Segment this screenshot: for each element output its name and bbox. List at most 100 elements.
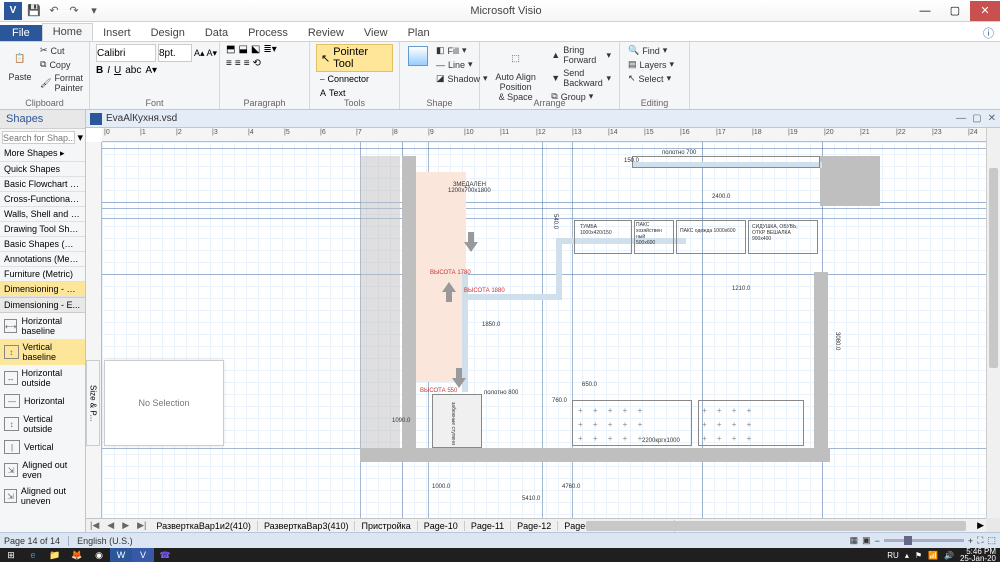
stencil-item[interactable]: Furniture (Metric)	[0, 267, 85, 282]
scrollbar-thumb[interactable]	[989, 168, 998, 368]
fit-page-icon[interactable]: ⛶	[977, 535, 983, 546]
shape-item[interactable]: |Vertical	[0, 437, 85, 457]
page-nav-next[interactable]: ▶	[118, 520, 133, 531]
page-nav-last[interactable]: ▶|	[133, 520, 150, 531]
taskbar-visio-icon[interactable]: V	[132, 548, 154, 562]
more-shapes-button[interactable]: More Shapes ▸	[0, 146, 85, 162]
underline-button[interactable]: U	[114, 65, 121, 76]
tab-plan[interactable]: Plan	[398, 25, 440, 41]
shape-item[interactable]: ↔Horizontal outside	[0, 365, 85, 391]
taskbar-firefox-icon[interactable]: 🦊	[66, 548, 88, 562]
shape-item[interactable]: —Horizontal	[0, 391, 85, 411]
hscroll-right-icon[interactable]: ▶	[977, 520, 984, 531]
doc-restore-icon[interactable]: ▢	[972, 113, 981, 124]
tray-up-icon[interactable]: ▴	[905, 551, 909, 560]
taskbar-chrome-icon[interactable]: ◉	[88, 548, 110, 562]
size-position-tab[interactable]: Size & P...	[86, 360, 100, 446]
stencil-item[interactable]: Cross-Functional Flow...	[0, 192, 85, 207]
tab-view[interactable]: View	[354, 25, 398, 41]
align-left-icon[interactable]: ≡	[226, 58, 232, 69]
undo-icon[interactable]: ↶	[46, 3, 62, 19]
select-button[interactable]: ↖ Select ▾	[626, 72, 676, 85]
search-shapes-input[interactable]	[2, 131, 75, 144]
canvas[interactable]: |0|1|2|3|4|5|6|7|8|9|10|11|12|13|14|15|1…	[86, 128, 986, 518]
stencil-item[interactable]: Basic Flowchart Shap...	[0, 177, 85, 192]
page-nav-first[interactable]: |◀	[86, 520, 103, 531]
pointer-tool-button[interactable]: ↖ Pointer Tool	[316, 44, 393, 72]
doc-minimize-icon[interactable]: —	[956, 113, 966, 124]
qat-dropdown-icon[interactable]: ▾	[86, 3, 102, 19]
stencil-item-active[interactable]: Dimensioning - Engin...	[0, 282, 85, 297]
quick-styles-button[interactable]	[406, 44, 430, 68]
horizontal-scrollbar[interactable]: ◀ ▶	[674, 520, 986, 532]
page-tab[interactable]: Page-12	[511, 521, 558, 531]
stencil-section[interactable]: Dimensioning - E...	[0, 297, 85, 313]
shape-item[interactable]: ⇲Aligned out even	[0, 457, 85, 483]
align-right-icon[interactable]: ≡	[244, 58, 250, 69]
tray-network-icon[interactable]: 📶	[928, 551, 938, 560]
align-center-icon[interactable]: ≡	[235, 58, 241, 69]
tab-data[interactable]: Data	[195, 25, 238, 41]
vertical-scrollbar[interactable]	[986, 128, 1000, 518]
zoom-out-icon[interactable]: −	[875, 536, 880, 546]
status-lang[interactable]: English (U.S.)	[77, 536, 133, 546]
italic-button[interactable]: I	[107, 65, 110, 76]
find-button[interactable]: 🔍 Find ▾	[626, 44, 676, 57]
start-button[interactable]: ⊞	[0, 548, 22, 562]
tab-design[interactable]: Design	[141, 25, 195, 41]
shape-item[interactable]: ⇲Aligned out uneven	[0, 483, 85, 509]
bring-forward-button[interactable]: ▲ Bring Forward ▾	[549, 44, 613, 66]
rotate-text-icon[interactable]: ⟲	[253, 58, 261, 69]
redo-icon[interactable]: ↷	[66, 3, 82, 19]
tab-review[interactable]: Review	[298, 25, 354, 41]
send-backward-button[interactable]: ▼ Send Backward ▾	[549, 67, 613, 89]
taskbar-word-icon[interactable]: W	[110, 548, 132, 562]
view-full-icon[interactable]: ▣	[862, 535, 871, 546]
paste-button[interactable]: 📋Paste	[6, 44, 34, 84]
fit-width-icon[interactable]: ⬚	[987, 535, 996, 546]
search-dropdown-icon[interactable]: ▾	[77, 131, 83, 144]
shape-item[interactable]: ↕Vertical outside	[0, 411, 85, 437]
shrink-font-icon[interactable]: A▾	[207, 48, 218, 59]
stencil-item[interactable]: Drawing Tool Shapes ...	[0, 222, 85, 237]
align-top-icon[interactable]: ⬒	[226, 44, 235, 55]
close-button[interactable]: ✕	[970, 1, 1000, 21]
align-bot-icon[interactable]: ⬕	[251, 44, 260, 55]
scrollbar-thumb[interactable]	[586, 521, 966, 531]
tab-home[interactable]: Home	[42, 23, 93, 41]
zoom-in-icon[interactable]: +	[968, 536, 973, 546]
tray-lang[interactable]: RU	[887, 551, 899, 560]
stencil-item[interactable]: Basic Shapes (Metric)	[0, 237, 85, 252]
view-normal-icon[interactable]: ▦	[850, 535, 859, 546]
format-painter-button[interactable]: 🖌 Format Painter	[38, 72, 85, 94]
connector-button[interactable]: ⎯ Connector	[316, 73, 373, 86]
copy-button[interactable]: ⧉ Copy	[38, 58, 85, 71]
taskbar-viber-icon[interactable]: ☎	[154, 548, 176, 562]
bullets-icon[interactable]: ≣▾	[263, 44, 276, 55]
font-size-input[interactable]	[158, 44, 192, 62]
page-tab[interactable]: Page-11	[465, 521, 511, 531]
page-tab[interactable]: Page-10	[418, 521, 465, 531]
layers-button[interactable]: ▤ Layers ▾	[626, 58, 676, 71]
align-mid-icon[interactable]: ⬓	[238, 44, 247, 55]
tab-process[interactable]: Process	[238, 25, 298, 41]
ribbon-help-icon[interactable]: ⓘ	[977, 25, 1000, 41]
tab-file[interactable]: File	[0, 25, 42, 41]
grow-font-icon[interactable]: A▴	[194, 48, 205, 59]
shape-item[interactable]: ⟷Horizontal baseline	[0, 313, 85, 339]
shape-item-selected[interactable]: ↕Vertical baseline	[0, 339, 85, 365]
page-nav-prev[interactable]: ◀	[103, 520, 118, 531]
maximize-button[interactable]: ▢	[940, 1, 970, 21]
drawing-surface[interactable]: + + + + ++ + + + ++ + + + + + + + ++ + +…	[102, 142, 986, 518]
taskbar-ie-icon[interactable]: e	[22, 548, 44, 562]
tray-date[interactable]: 25-Jan-20	[960, 555, 996, 562]
cut-button[interactable]: ✂ Cut	[38, 44, 85, 57]
doc-close-icon[interactable]: ✕	[988, 113, 996, 124]
page-tab[interactable]: РазверткаВар1и2(410)	[150, 521, 258, 531]
save-icon[interactable]: 💾	[26, 3, 42, 19]
minimize-button[interactable]: —	[910, 1, 940, 21]
bold-button[interactable]: B	[96, 65, 103, 76]
taskbar-explorer-icon[interactable]: 📁	[44, 548, 66, 562]
page-tab[interactable]: Пристройка	[355, 521, 417, 531]
stencil-item[interactable]: Annotations (Metric)	[0, 252, 85, 267]
